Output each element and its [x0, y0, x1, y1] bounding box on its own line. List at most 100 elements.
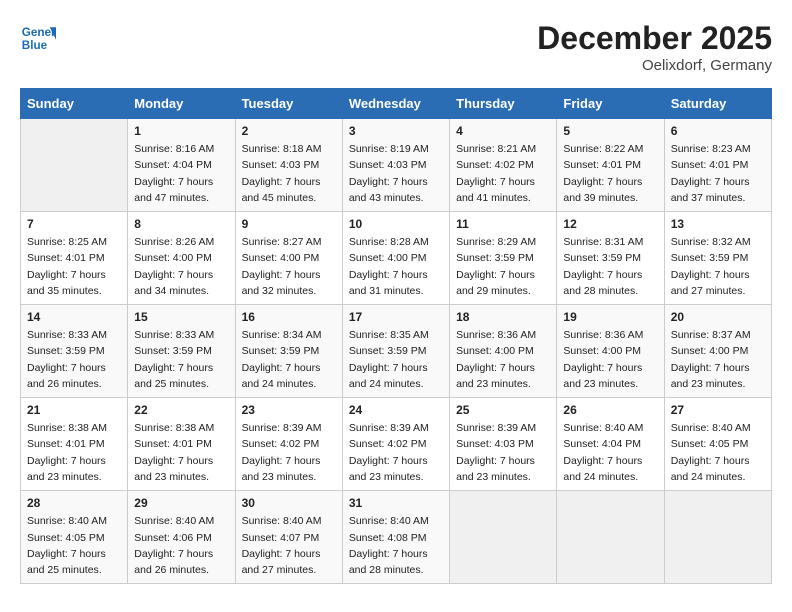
sunset: Sunset: 4:03 PM: [242, 159, 320, 171]
sunset: Sunset: 3:59 PM: [456, 252, 534, 264]
day-number: 15: [134, 310, 228, 324]
sunset: Sunset: 4:03 PM: [349, 159, 427, 171]
sunrise: Sunrise: 8:25 AM: [27, 236, 107, 248]
logo-icon: General Blue: [20, 20, 56, 56]
calendar-cell: 27 Sunrise: 8:40 AM Sunset: 4:05 PM Dayl…: [664, 398, 771, 491]
sunrise: Sunrise: 8:40 AM: [349, 515, 429, 527]
day-info: Sunrise: 8:34 AM Sunset: 3:59 PM Dayligh…: [242, 327, 336, 392]
day-number: 5: [563, 124, 657, 138]
daylight: Daylight: 7 hours and 37 minutes.: [671, 176, 750, 204]
daylight: Daylight: 7 hours and 39 minutes.: [563, 176, 642, 204]
sunrise: Sunrise: 8:37 AM: [671, 329, 751, 341]
day-info: Sunrise: 8:39 AM Sunset: 4:03 PM Dayligh…: [456, 420, 550, 485]
sunrise: Sunrise: 8:23 AM: [671, 143, 751, 155]
calendar-cell: 13 Sunrise: 8:32 AM Sunset: 3:59 PM Dayl…: [664, 212, 771, 305]
calendar-header-row: SundayMondayTuesdayWednesdayThursdayFrid…: [21, 89, 772, 119]
day-number: 18: [456, 310, 550, 324]
day-number: 7: [27, 217, 121, 231]
sunrise: Sunrise: 8:36 AM: [456, 329, 536, 341]
calendar-cell: 6 Sunrise: 8:23 AM Sunset: 4:01 PM Dayli…: [664, 119, 771, 212]
sunrise: Sunrise: 8:39 AM: [456, 422, 536, 434]
day-number: 21: [27, 403, 121, 417]
day-info: Sunrise: 8:40 AM Sunset: 4:06 PM Dayligh…: [134, 513, 228, 578]
sunset: Sunset: 4:03 PM: [456, 438, 534, 450]
day-info: Sunrise: 8:23 AM Sunset: 4:01 PM Dayligh…: [671, 141, 765, 206]
day-info: Sunrise: 8:32 AM Sunset: 3:59 PM Dayligh…: [671, 234, 765, 299]
day-info: Sunrise: 8:27 AM Sunset: 4:00 PM Dayligh…: [242, 234, 336, 299]
calendar-cell: [21, 119, 128, 212]
day-info: Sunrise: 8:19 AM Sunset: 4:03 PM Dayligh…: [349, 141, 443, 206]
sunrise: Sunrise: 8:36 AM: [563, 329, 643, 341]
day-info: Sunrise: 8:40 AM Sunset: 4:07 PM Dayligh…: [242, 513, 336, 578]
day-number: 11: [456, 217, 550, 231]
calendar-cell: 2 Sunrise: 8:18 AM Sunset: 4:03 PM Dayli…: [235, 119, 342, 212]
day-number: 9: [242, 217, 336, 231]
daylight: Daylight: 7 hours and 24 minutes.: [563, 455, 642, 483]
header-saturday: Saturday: [664, 89, 771, 119]
sunrise: Sunrise: 8:26 AM: [134, 236, 214, 248]
day-number: 3: [349, 124, 443, 138]
sunset: Sunset: 4:01 PM: [27, 252, 105, 264]
calendar-cell: 9 Sunrise: 8:27 AM Sunset: 4:00 PM Dayli…: [235, 212, 342, 305]
day-info: Sunrise: 8:38 AM Sunset: 4:01 PM Dayligh…: [134, 420, 228, 485]
calendar-cell: [450, 491, 557, 584]
day-number: 19: [563, 310, 657, 324]
daylight: Daylight: 7 hours and 32 minutes.: [242, 269, 321, 297]
calendar-cell: 30 Sunrise: 8:40 AM Sunset: 4:07 PM Dayl…: [235, 491, 342, 584]
calendar-cell: 4 Sunrise: 8:21 AM Sunset: 4:02 PM Dayli…: [450, 119, 557, 212]
day-number: 10: [349, 217, 443, 231]
sunset: Sunset: 4:08 PM: [349, 532, 427, 544]
sunrise: Sunrise: 8:31 AM: [563, 236, 643, 248]
calendar-cell: 19 Sunrise: 8:36 AM Sunset: 4:00 PM Dayl…: [557, 305, 664, 398]
day-number: 23: [242, 403, 336, 417]
sunset: Sunset: 3:59 PM: [349, 345, 427, 357]
week-row-3: 21 Sunrise: 8:38 AM Sunset: 4:01 PM Dayl…: [21, 398, 772, 491]
day-info: Sunrise: 8:29 AM Sunset: 3:59 PM Dayligh…: [456, 234, 550, 299]
day-info: Sunrise: 8:33 AM Sunset: 3:59 PM Dayligh…: [134, 327, 228, 392]
daylight: Daylight: 7 hours and 24 minutes.: [671, 455, 750, 483]
daylight: Daylight: 7 hours and 35 minutes.: [27, 269, 106, 297]
daylight: Daylight: 7 hours and 41 minutes.: [456, 176, 535, 204]
day-info: Sunrise: 8:39 AM Sunset: 4:02 PM Dayligh…: [242, 420, 336, 485]
sunrise: Sunrise: 8:33 AM: [27, 329, 107, 341]
sunrise: Sunrise: 8:40 AM: [242, 515, 322, 527]
day-info: Sunrise: 8:35 AM Sunset: 3:59 PM Dayligh…: [349, 327, 443, 392]
logo: General Blue: [20, 20, 56, 56]
sunset: Sunset: 4:01 PM: [27, 438, 105, 450]
sunrise: Sunrise: 8:27 AM: [242, 236, 322, 248]
daylight: Daylight: 7 hours and 28 minutes.: [349, 548, 428, 576]
calendar-cell: 29 Sunrise: 8:40 AM Sunset: 4:06 PM Dayl…: [128, 491, 235, 584]
day-number: 31: [349, 496, 443, 510]
header-thursday: Thursday: [450, 89, 557, 119]
day-info: Sunrise: 8:22 AM Sunset: 4:01 PM Dayligh…: [563, 141, 657, 206]
day-info: Sunrise: 8:38 AM Sunset: 4:01 PM Dayligh…: [27, 420, 121, 485]
daylight: Daylight: 7 hours and 26 minutes.: [27, 362, 106, 390]
day-number: 14: [27, 310, 121, 324]
calendar-cell: 24 Sunrise: 8:39 AM Sunset: 4:02 PM Dayl…: [342, 398, 449, 491]
daylight: Daylight: 7 hours and 43 minutes.: [349, 176, 428, 204]
day-info: Sunrise: 8:40 AM Sunset: 4:08 PM Dayligh…: [349, 513, 443, 578]
day-number: 6: [671, 124, 765, 138]
calendar-cell: 17 Sunrise: 8:35 AM Sunset: 3:59 PM Dayl…: [342, 305, 449, 398]
day-info: Sunrise: 8:16 AM Sunset: 4:04 PM Dayligh…: [134, 141, 228, 206]
sunset: Sunset: 4:00 PM: [456, 345, 534, 357]
sunset: Sunset: 4:04 PM: [563, 438, 641, 450]
day-info: Sunrise: 8:18 AM Sunset: 4:03 PM Dayligh…: [242, 141, 336, 206]
day-number: 4: [456, 124, 550, 138]
calendar-cell: 10 Sunrise: 8:28 AM Sunset: 4:00 PM Dayl…: [342, 212, 449, 305]
day-number: 22: [134, 403, 228, 417]
calendar-cell: [557, 491, 664, 584]
sunrise: Sunrise: 8:39 AM: [242, 422, 322, 434]
sunrise: Sunrise: 8:18 AM: [242, 143, 322, 155]
daylight: Daylight: 7 hours and 25 minutes.: [134, 362, 213, 390]
header-friday: Friday: [557, 89, 664, 119]
day-info: Sunrise: 8:36 AM Sunset: 4:00 PM Dayligh…: [563, 327, 657, 392]
sunset: Sunset: 4:00 PM: [242, 252, 320, 264]
daylight: Daylight: 7 hours and 45 minutes.: [242, 176, 321, 204]
calendar-cell: 25 Sunrise: 8:39 AM Sunset: 4:03 PM Dayl…: [450, 398, 557, 491]
sunrise: Sunrise: 8:40 AM: [671, 422, 751, 434]
day-number: 30: [242, 496, 336, 510]
sunset: Sunset: 3:59 PM: [242, 345, 320, 357]
header-wednesday: Wednesday: [342, 89, 449, 119]
day-number: 24: [349, 403, 443, 417]
